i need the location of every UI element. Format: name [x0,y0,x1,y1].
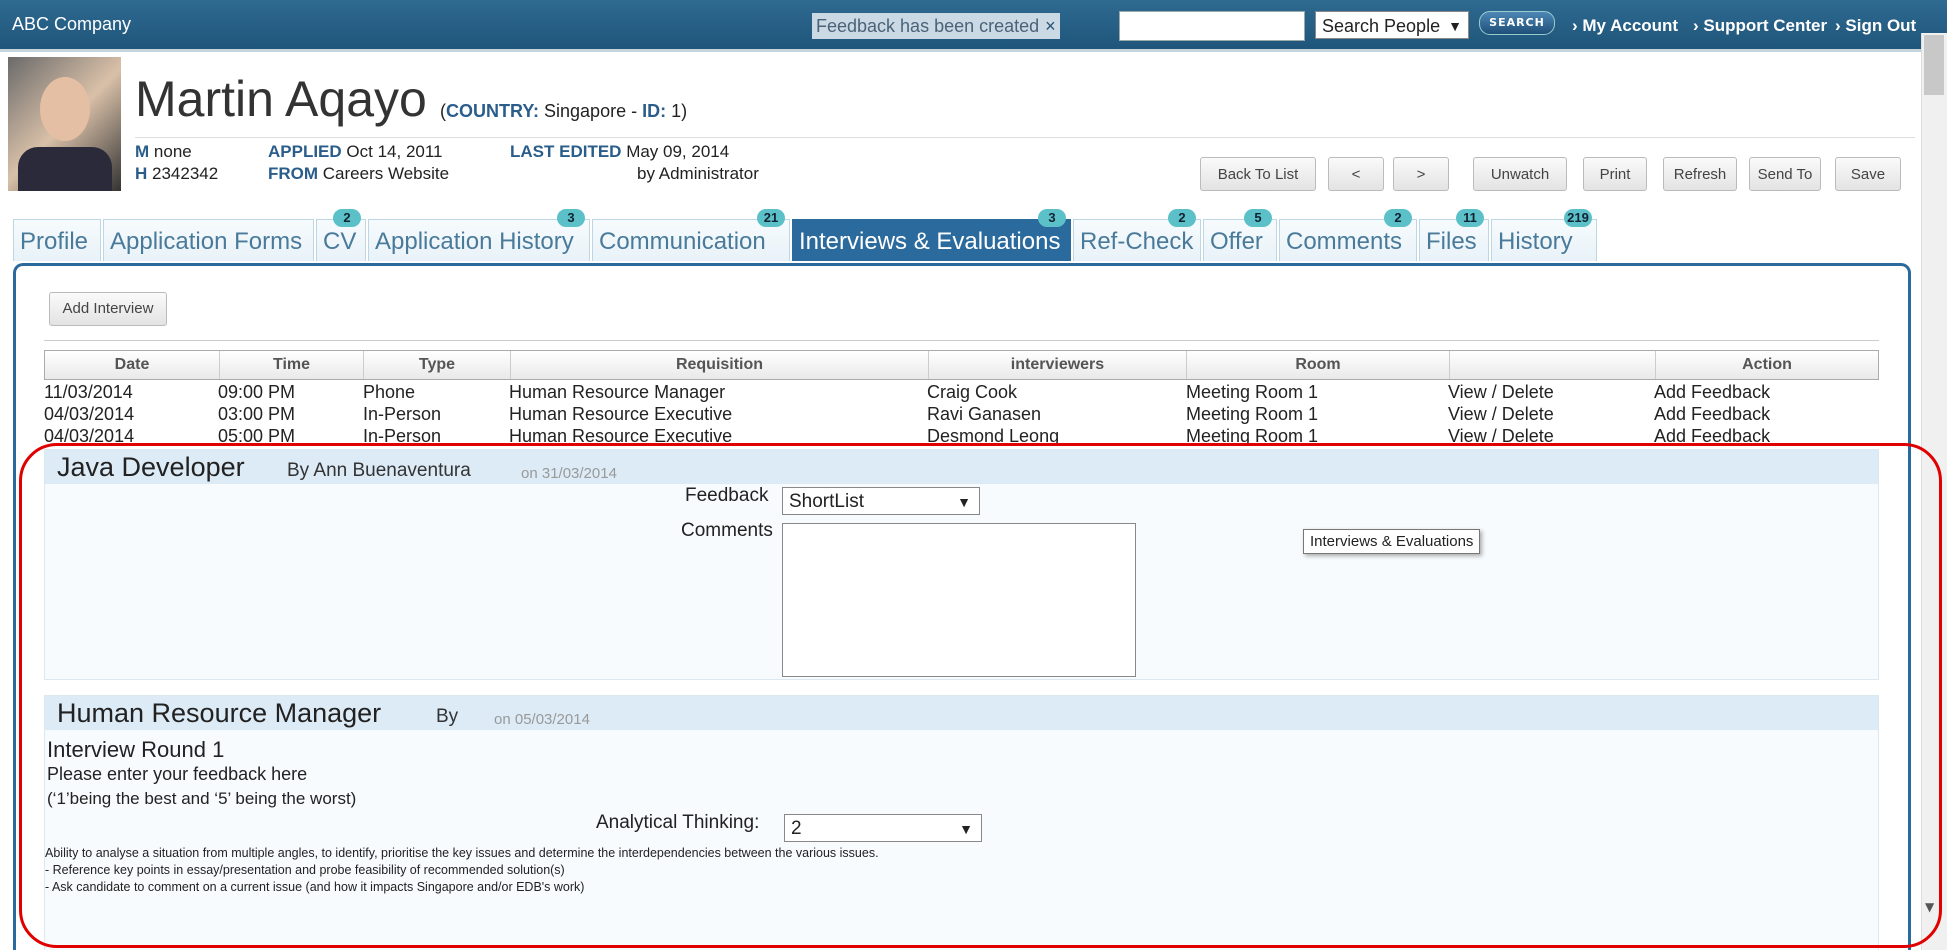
tab-badge: 3 [557,209,585,227]
tab-badge: 2 [1168,209,1196,227]
search-input[interactable] [1119,11,1305,41]
print-button[interactable]: Print [1583,157,1647,191]
mobile-phone: M none [135,142,192,161]
tooltip: Interviews & Evaluations [1303,529,1481,554]
column-header-date[interactable]: Date [45,351,220,379]
panel-date: on 31/03/2014 [521,465,617,482]
sign-out-link[interactable]: › Sign Out [1835,16,1916,36]
scrollbar-thumb[interactable] [1924,35,1944,95]
search-scope-select[interactable]: Search People ▼ [1315,11,1469,39]
tab-ref-check[interactable]: Ref-Check 2 [1073,209,1201,261]
interview-round-title: Interview Round 1 [47,737,225,762]
column-header-action[interactable]: Action [1656,351,1878,379]
refresh-button[interactable]: Refresh [1663,157,1737,191]
panel-header: Human Resource Manager By on 05/03/2014 [45,696,1878,730]
tab-badge: 2 [1384,209,1412,227]
comments-textarea[interactable] [782,523,1136,677]
tab-profile[interactable]: Profile [13,219,101,261]
feedback-panel-java-developer: Java Developer By Ann Buenaventura on 31… [44,449,1879,680]
criterion-description: Ability to analyse a situation from mult… [45,846,879,860]
tab-files[interactable]: Files 11 [1419,209,1489,261]
application-source: FROM Careers Website [268,164,450,183]
feedback-select[interactable]: ShortList ▼ [782,487,980,515]
top-navigation-bar: ABC Company Feedback has been created × S… [0,0,1947,52]
comments-label: Comments [681,520,773,541]
column-header-type[interactable]: Type [364,351,511,379]
divider [44,340,1879,341]
header-divider [135,137,1915,138]
close-icon[interactable]: × [1045,16,1056,36]
tab-interviews-evaluations[interactable]: Interviews & Evaluations 3 [792,209,1071,261]
column-header-interviewers[interactable]: interviewers [929,351,1187,379]
company-name[interactable]: ABC Company [12,14,131,35]
last-edited-by: by Administrator [637,164,759,183]
add-interview-button[interactable]: Add Interview [49,292,167,326]
send-to-button[interactable]: Send To [1749,157,1821,191]
column-header-blank [1450,351,1656,379]
tab-badge: 21 [757,209,785,227]
analytical-thinking-value: 2 [791,818,802,839]
panel-header: Java Developer By Ann Buenaventura on 31… [45,450,1878,484]
tab-comments[interactable]: Comments 2 [1279,209,1417,261]
tab-badge: 2 [333,209,361,227]
column-header-room[interactable]: Room [1187,351,1450,379]
tab-application-forms[interactable]: Application Forms [103,219,314,261]
chevron-down-icon: ▼ [957,494,971,510]
tab-history[interactable]: History 219 [1491,209,1597,261]
scroll-down-arrow-icon[interactable]: ▼ [1925,900,1934,914]
view-delete-link[interactable]: View / Delete [1448,426,1554,447]
page-scrollbar[interactable] [1921,33,1947,950]
home-phone: H 2342342 [135,164,219,183]
next-button[interactable]: > [1393,157,1449,191]
tab-offer[interactable]: Offer 5 [1203,209,1277,261]
last-edited-date: LAST EDITED May 09, 2014 [510,142,730,161]
chevron-down-icon: ▼ [1448,18,1462,34]
my-account-link[interactable]: › My Account [1572,16,1678,36]
support-center-link[interactable]: › Support Center [1693,16,1827,36]
add-feedback-link[interactable]: Add Feedback [1654,404,1770,425]
feedback-panel-hr-manager: Human Resource Manager By on 05/03/2014 … [44,695,1879,950]
view-delete-link[interactable]: View / Delete [1448,382,1554,403]
feedback-select-value: ShortList [789,491,864,512]
search-scope-value: Search People [1322,16,1441,36]
feedback-label: Feedback [685,485,769,506]
panel-author: By Ann Buenaventura [287,460,471,481]
panel-date: on 05/03/2014 [494,711,590,728]
chevron-down-icon: ▼ [959,821,973,837]
column-header-requisition[interactable]: Requisition [511,351,929,379]
criterion-guideline: - Reference key points in essay/presenta… [45,863,565,877]
rating-scale-note: (‘1’being the best and ‘5’ being the wor… [47,789,357,808]
tab-badge: 219 [1564,209,1592,227]
unwatch-button[interactable]: Unwatch [1473,157,1567,191]
tab-badge: 3 [1038,209,1066,227]
analytical-thinking-label: Analytical Thinking: [596,812,760,833]
avatar [8,57,121,191]
criterion-guideline: - Ask candidate to comment on a current … [45,880,585,894]
panel-author: By [436,706,459,727]
tab-cv[interactable]: CV 2 [316,209,366,261]
save-button[interactable]: Save [1835,157,1901,191]
previous-button[interactable]: < [1328,157,1384,191]
applied-date: APPLIED Oct 14, 2011 [268,142,443,161]
notification-text: Feedback has been created [816,16,1040,36]
add-feedback-link[interactable]: Add Feedback [1654,426,1770,447]
panel-title: Java Developer [57,452,245,482]
column-header-time[interactable]: Time [220,351,364,379]
tab-communication[interactable]: Communication 21 [592,209,790,261]
candidate-country-id: (COUNTRY: Singapore - ID: 1) [440,101,688,121]
back-to-list-button[interactable]: Back To List [1200,157,1316,191]
analytical-thinking-select[interactable]: 2 ▼ [784,814,982,842]
tab-badge: 5 [1244,209,1272,227]
feedback-instruction: Please enter your feedback here [47,764,308,784]
interviews-table-header: Date Time Type Requisition interviewers … [44,350,1879,380]
tab-application-history[interactable]: Application History 3 [368,209,590,261]
panel-title: Human Resource Manager [57,698,382,728]
view-delete-link[interactable]: View / Delete [1448,404,1554,425]
notification-banner: Feedback has been created × [812,13,1060,39]
candidate-name: Martin Aqayo [135,71,427,127]
search-button[interactable]: SEARCH [1479,11,1555,35]
tab-badge: 11 [1456,209,1484,227]
add-feedback-link[interactable]: Add Feedback [1654,382,1770,403]
